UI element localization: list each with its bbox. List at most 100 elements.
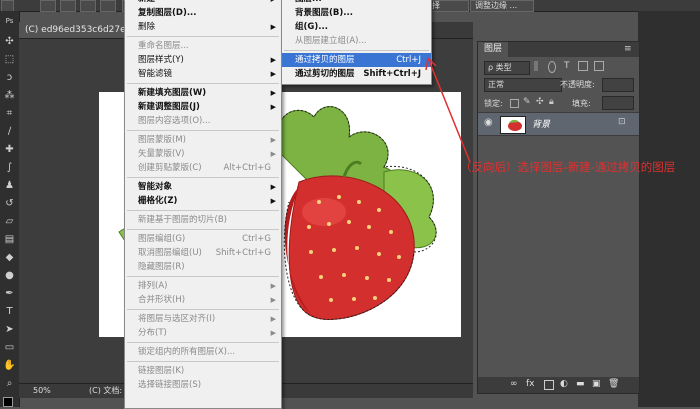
menu-item-label: 通过拷贝的图层 bbox=[295, 55, 355, 65]
foreground-color-swatch[interactable] bbox=[3, 397, 13, 407]
main_menu-item[interactable]: 删除 ▶ bbox=[125, 20, 281, 34]
new-submenu: 图层... 背景图层(B)... 组(G)... 从图层建立组(A)... 通过拷贝的图… bbox=[281, 0, 432, 85]
menu-separator bbox=[127, 229, 279, 230]
main_menu-item[interactable]: 新建调整图层(J) ▶ bbox=[125, 100, 281, 114]
filter-adjust-icon[interactable] bbox=[548, 61, 556, 73]
menu-item-label: 图层蒙版(M) bbox=[138, 135, 186, 145]
zoom-level[interactable]: 50% bbox=[33, 384, 51, 398]
document-tab[interactable]: (C) ed96ed353c6d27e8 bbox=[19, 22, 138, 38]
sub_menu-item[interactable]: 从图层建立组(A)... bbox=[282, 34, 431, 48]
lock-all-icon[interactable]: 🔒︎ bbox=[549, 97, 554, 107]
stamp-tool-icon[interactable]: ♟ bbox=[3, 179, 16, 192]
main_menu-item[interactable]: 分布(T) ▶ bbox=[125, 326, 281, 340]
lock-position-icon[interactable]: ✣ bbox=[536, 97, 544, 107]
layer-name[interactable]: 背景 bbox=[532, 117, 550, 130]
sub_menu-item[interactable]: 通过拷贝的图层 Ctrl+J bbox=[282, 53, 431, 67]
main_menu-item[interactable]: 隐藏图层(R) bbox=[125, 260, 281, 274]
main_menu-item[interactable]: 取消图层编组(U) Shift+Ctrl+G bbox=[125, 246, 281, 260]
lasso-tool-icon[interactable]: ↄ bbox=[3, 71, 16, 84]
delete-layer-icon[interactable]: 🗑︎ bbox=[608, 379, 619, 389]
visibility-eye-icon[interactable]: ◉ bbox=[484, 117, 493, 128]
menu-item-label: 排列(A) bbox=[138, 281, 168, 291]
main_menu-item[interactable]: 图层内容选项(O)... bbox=[125, 114, 281, 128]
main_menu-item[interactable]: 锁定组内的所有图层(X)... bbox=[125, 345, 281, 359]
layer-row-background[interactable]: ◉ 背景 ⊡ bbox=[478, 112, 639, 136]
sub_menu-item[interactable]: 通过剪切的图层 Shift+Ctrl+J bbox=[282, 67, 431, 81]
sub_menu-item[interactable]: 背景图层(B)... bbox=[282, 6, 431, 20]
filter-shape-icon[interactable] bbox=[578, 61, 588, 71]
add-mask-icon[interactable] bbox=[544, 380, 554, 390]
main_menu-item[interactable]: 栅格化(Z) ▶ bbox=[125, 194, 281, 208]
main_menu-item[interactable]: 合并形状(H) ▶ bbox=[125, 293, 281, 307]
option-square-1[interactable] bbox=[40, 0, 56, 12]
main_menu-item[interactable]: 智能对象 ▶ bbox=[125, 180, 281, 194]
link-layers-icon[interactable]: ∞ bbox=[510, 379, 518, 389]
main_menu-item[interactable]: 新建基于图层的切片(B) bbox=[125, 213, 281, 227]
menu-item-label: 选择链接图层(S) bbox=[138, 380, 202, 390]
main_menu-item[interactable]: 图层蒙版(M) ▶ bbox=[125, 133, 281, 147]
eyedropper-icon[interactable]: ∕ bbox=[3, 125, 16, 138]
right-panel-dock bbox=[638, 11, 700, 407]
filter-type-icon[interactable]: T bbox=[564, 61, 570, 71]
path-select-icon[interactable]: ➤ bbox=[3, 323, 16, 336]
menu-separator bbox=[127, 177, 279, 178]
lock-pixels-icon[interactable]: ✎ bbox=[523, 97, 531, 107]
lock-transparent-icon[interactable] bbox=[510, 99, 519, 108]
main_menu-item[interactable]: 链接图层(K) bbox=[125, 364, 281, 378]
option-square-2[interactable] bbox=[60, 0, 76, 12]
adjustment-layer-icon[interactable]: ◐ bbox=[560, 379, 568, 389]
brush-tool-icon[interactable]: ∫ bbox=[3, 161, 16, 174]
main_menu-item[interactable]: 智能滤镜 ▶ bbox=[125, 67, 281, 81]
type-tool-icon[interactable]: T bbox=[3, 305, 16, 318]
eraser-tool-icon[interactable]: ▱ bbox=[3, 215, 16, 228]
option-square-4[interactable] bbox=[100, 0, 116, 12]
dodge-tool-icon[interactable]: ● bbox=[3, 269, 16, 282]
marquee-tool-icon[interactable]: ⬚ bbox=[3, 53, 16, 66]
main_menu-item[interactable]: 图层样式(Y) ▶ bbox=[125, 53, 281, 67]
sub_menu-item[interactable]: 组(G)... bbox=[282, 20, 431, 34]
new-layer-icon[interactable]: ▣ bbox=[592, 379, 601, 389]
submenu-arrow-icon: ▶ bbox=[270, 70, 276, 78]
menu-item-label: 创建剪贴蒙版(C) bbox=[138, 163, 202, 173]
tools-panel: Ps ✣ ⬚ ↄ ⁂ ⌗ ∕ ✚ ∫ ♟ ↺ ▱ ▤ ◆ ● ✒ T ➤ ▭ ✋… bbox=[0, 11, 20, 407]
filter-smart-icon[interactable] bbox=[594, 61, 604, 71]
main_menu-item[interactable]: 矢量蒙版(V) ▶ bbox=[125, 147, 281, 161]
pen-tool-icon[interactable]: ✒ bbox=[3, 287, 16, 300]
panel-menu-icon[interactable]: ≡ bbox=[624, 44, 632, 54]
menu-item-label: 合并形状(H) bbox=[138, 295, 186, 305]
main_menu-item[interactable]: 排列(A) ▶ bbox=[125, 279, 281, 293]
zoom-tool-icon[interactable]: ⌕ bbox=[3, 377, 16, 390]
history-brush-icon[interactable]: ↺ bbox=[3, 197, 16, 210]
menu-item-label: 重命名图层... bbox=[138, 41, 189, 51]
main_menu-item[interactable]: 重命名图层... bbox=[125, 39, 281, 53]
layers-tab[interactable]: 图层 bbox=[478, 42, 509, 57]
magic-wand-icon[interactable]: ⁂ bbox=[3, 89, 16, 102]
main_menu-item[interactable]: 图层编组(G) Ctrl+G bbox=[125, 232, 281, 246]
select-subject-button[interactable]: 择 bbox=[427, 0, 469, 12]
crop-tool-icon[interactable]: ⌗ bbox=[3, 107, 16, 120]
blend-mode-select[interactable]: 正常 bbox=[484, 78, 562, 92]
main_menu-item[interactable]: 创建剪贴蒙版(C) Alt+Ctrl+G bbox=[125, 161, 281, 175]
option-square-3[interactable] bbox=[80, 0, 96, 12]
layer-style-icon[interactable]: fx bbox=[526, 379, 535, 389]
healing-brush-icon[interactable]: ✚ bbox=[3, 143, 16, 156]
opacity-field[interactable] bbox=[602, 78, 634, 92]
main_menu-item[interactable]: 复制图层(D)... bbox=[125, 6, 281, 20]
move-tool-icon[interactable]: ✣ bbox=[3, 35, 16, 48]
main_menu-item[interactable]: 新建填充图层(W) ▶ bbox=[125, 86, 281, 100]
blur-tool-icon[interactable]: ◆ bbox=[3, 251, 16, 264]
main_menu-item[interactable]: 将图层与选区对齐(I) ▶ bbox=[125, 312, 281, 326]
menu-item-label: 复制图层(D)... bbox=[138, 8, 197, 18]
fill-field[interactable] bbox=[602, 96, 634, 110]
main_menu-item[interactable]: 选择链接图层(S) bbox=[125, 378, 281, 392]
menu-separator bbox=[127, 210, 279, 211]
gradient-tool-icon[interactable]: ▤ bbox=[3, 233, 16, 246]
layer-filter-select[interactable]: ρ 类型 bbox=[484, 61, 530, 75]
refine-edge-button[interactable]: 调整边缘 ... bbox=[470, 0, 534, 12]
shape-tool-icon[interactable]: ▭ bbox=[3, 341, 16, 354]
filter-pixel-icon[interactable] bbox=[534, 61, 538, 71]
hand-tool-icon[interactable]: ✋ bbox=[3, 359, 16, 372]
submenu-arrow-icon: ▶ bbox=[270, 89, 276, 97]
new-group-icon[interactable]: ▬ bbox=[576, 379, 585, 389]
menu-item-label: 图层... bbox=[295, 0, 322, 4]
